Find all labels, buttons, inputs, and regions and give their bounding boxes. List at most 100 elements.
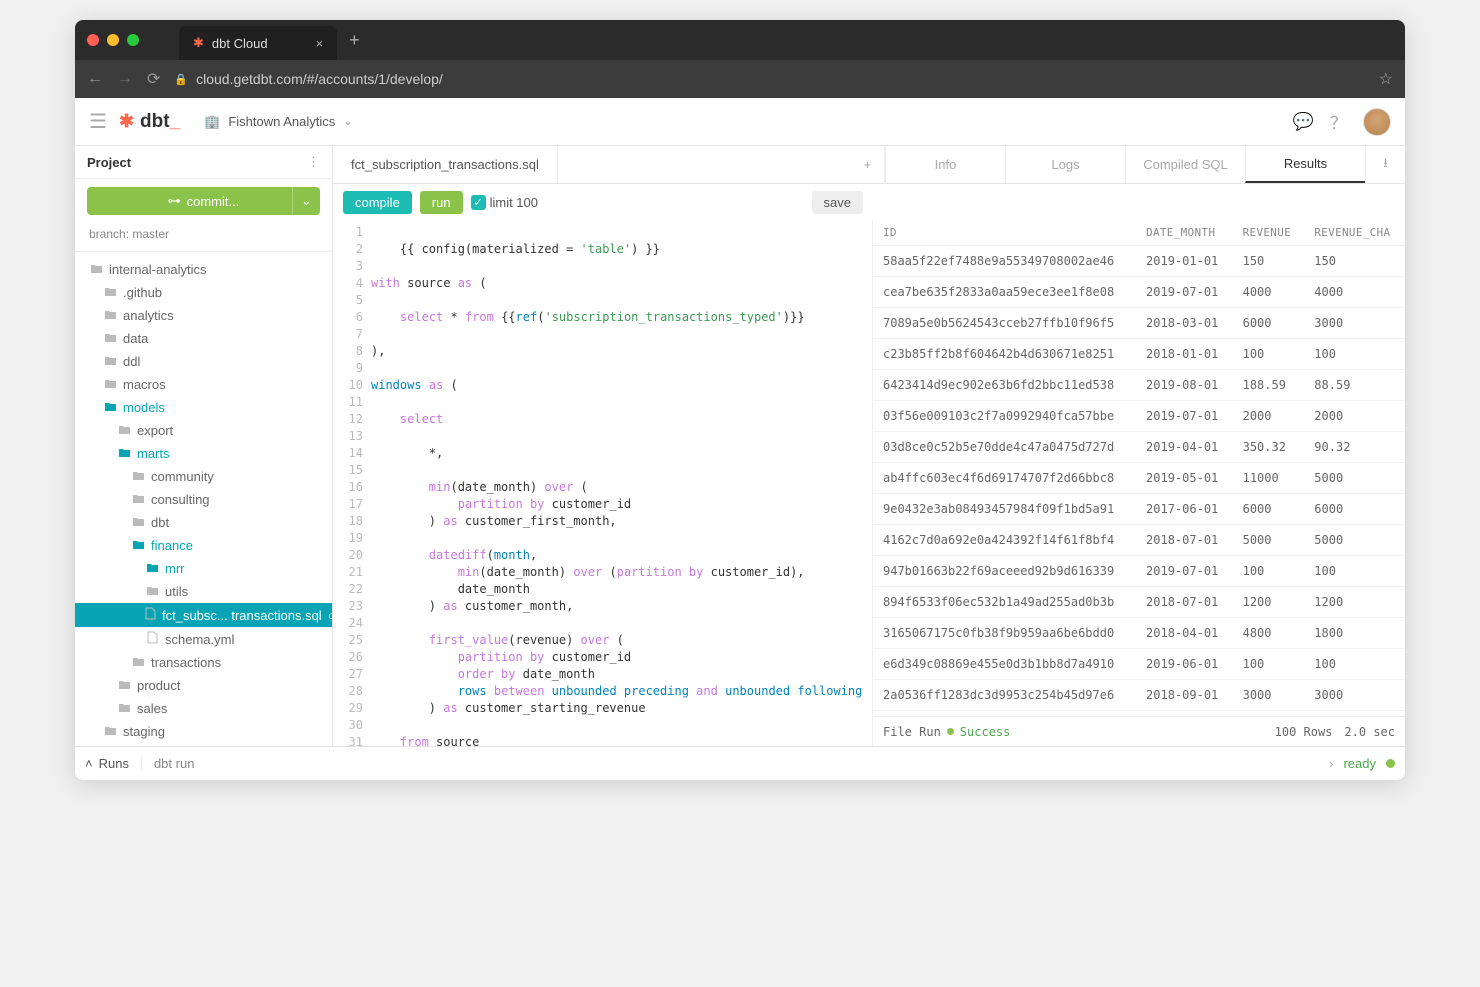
tree-folder[interactable]: macros: [75, 373, 332, 396]
tree-folder[interactable]: data: [75, 327, 332, 350]
cell: 2018-01-01: [1136, 339, 1233, 370]
tree-folder[interactable]: export: [75, 419, 332, 442]
results-panel: IDDATE_MONTHREVENUEREVENUE_CHA58aa5f22ef…: [873, 220, 1405, 746]
command-input[interactable]: dbt run: [142, 756, 206, 771]
table-row[interactable]: 4162c7d0a692e0a424392f14f61f8bf42018-07-…: [873, 525, 1405, 556]
tree-folder[interactable]: consulting: [75, 488, 332, 511]
runs-panel-toggle[interactable]: ˄ Runs: [85, 756, 142, 771]
lock-icon: 🔒: [174, 73, 188, 86]
new-tab-button[interactable]: +: [337, 30, 372, 51]
cell: 11000: [1233, 463, 1305, 494]
tree-folder[interactable]: dbt: [75, 511, 332, 534]
tree-folder[interactable]: util: [75, 743, 332, 746]
tree-file[interactable]: fct_subsc... transactions.sql○: [75, 603, 332, 627]
commit-button[interactable]: ⊶ commit... ⌄: [87, 187, 320, 215]
col-header: DATE_MONTH: [1136, 220, 1233, 246]
table-row[interactable]: 03d8ce0c52b5e70dde4c47a0475d727d2019-04-…: [873, 432, 1405, 463]
user-avatar[interactable]: [1363, 108, 1391, 136]
cell: 4162c7d0a692e0a424392f14f61f8bf4: [873, 525, 1136, 556]
tree-label: finance: [151, 538, 193, 553]
org-selector[interactable]: 🏢 Fishtown Analytics ⌄: [204, 114, 352, 130]
new-file-tab-button[interactable]: +: [851, 146, 885, 183]
cell: 4800: [1233, 618, 1305, 649]
cell: 5000: [1304, 463, 1405, 494]
tree-folder[interactable]: mrr: [75, 557, 332, 580]
cell: cea7be635f2833a0aa59ece3ee1f8e08: [873, 277, 1136, 308]
download-icon[interactable]: ⭳: [1365, 146, 1405, 183]
tree-folder[interactable]: product: [75, 674, 332, 697]
cell: 2019-07-01: [1136, 277, 1233, 308]
chevron-right-icon[interactable]: ›: [1329, 756, 1333, 771]
cell: 3000: [1304, 680, 1405, 711]
file-tab[interactable]: fct_subscription_transactions.sql: [333, 146, 558, 183]
folder-icon: [131, 516, 145, 530]
address-bar[interactable]: 🔒 cloud.getdbt.com/#/accounts/1/develop/: [174, 71, 1364, 87]
bookmark-icon[interactable]: ☆: [1379, 69, 1393, 89]
table-row[interactable]: cea7be635f2833a0aa59ece3ee1f8e082019-07-…: [873, 277, 1405, 308]
chat-icon[interactable]: 💬: [1293, 112, 1314, 132]
tree-folder[interactable]: staging: [75, 720, 332, 743]
tree-label: transactions: [151, 655, 221, 670]
cell: 150: [1233, 246, 1305, 277]
compile-button[interactable]: compile: [343, 191, 412, 214]
tree-folder[interactable]: ddl: [75, 350, 332, 373]
tree-label: community: [151, 469, 214, 484]
table-row[interactable]: 9e0432e3ab08493457984f09f1bd5a912017-06-…: [873, 494, 1405, 525]
result-tab-results[interactable]: Results: [1245, 146, 1365, 183]
table-row[interactable]: e6d349c08869e455e0d3b1bb8d7a49102019-06-…: [873, 649, 1405, 680]
cell: 03d8ce0c52b5e70dde4c47a0475d727d: [873, 432, 1136, 463]
cell: 3000: [1304, 308, 1405, 339]
tree-file[interactable]: schema.yml: [75, 627, 332, 651]
save-button[interactable]: save: [812, 191, 863, 214]
mac-minimize-icon[interactable]: [107, 34, 119, 46]
tree-folder[interactable]: transactions: [75, 651, 332, 674]
mac-close-icon[interactable]: [87, 34, 99, 46]
help-icon[interactable]: ？: [1330, 109, 1347, 134]
back-icon[interactable]: ←: [87, 70, 103, 88]
sidebar-menu-icon[interactable]: ⋮: [307, 154, 320, 170]
tree-folder[interactable]: finance: [75, 534, 332, 557]
mac-zoom-icon[interactable]: [127, 34, 139, 46]
tree-folder[interactable]: utils: [75, 580, 332, 603]
result-tab-compiled-sql[interactable]: Compiled SQL: [1125, 146, 1245, 183]
tree-label: product: [137, 678, 180, 693]
run-button[interactable]: run: [420, 191, 463, 214]
result-tab-logs[interactable]: Logs: [1005, 146, 1125, 183]
file-icon: [145, 607, 156, 623]
cell: 100: [1233, 556, 1305, 587]
table-row[interactable]: 7089a5e0b5624543cceb27ffb10f96f52018-03-…: [873, 308, 1405, 339]
table-row[interactable]: 3165067175c0fb38f9b959aa6be6bdd02018-04-…: [873, 618, 1405, 649]
cell: 100: [1233, 649, 1305, 680]
cell: 3000: [1233, 680, 1305, 711]
table-row[interactable]: 947b01663b22f69aceeed92b9d6163392019-07-…: [873, 556, 1405, 587]
reload-icon[interactable]: ⟳: [147, 69, 160, 89]
commit-dropdown-icon[interactable]: ⌄: [292, 187, 320, 215]
tree-folder[interactable]: marts: [75, 442, 332, 465]
cell: 2019-01-01: [1136, 246, 1233, 277]
cell: 100: [1304, 339, 1405, 370]
cell: 2a0536ff1283dc3d9953c254b45d97e6: [873, 680, 1136, 711]
hamburger-menu-icon[interactable]: ☰: [89, 109, 107, 134]
table-row[interactable]: 894f6533f06ec532b1a49ad255ad0b3b2018-07-…: [873, 587, 1405, 618]
forward-icon[interactable]: →: [117, 70, 133, 88]
table-row[interactable]: 6423414d9ec902e63b6fd2bbc11ed5382019-08-…: [873, 370, 1405, 401]
cell: 100: [1304, 556, 1405, 587]
browser-tab[interactable]: ✱ dbt Cloud ×: [179, 26, 337, 60]
tree-folder[interactable]: .github: [75, 281, 332, 304]
tree-folder[interactable]: models: [75, 396, 332, 419]
tree-folder[interactable]: analytics: [75, 304, 332, 327]
code-editor[interactable]: {{ config(materialized = 'table') }} wit…: [371, 220, 872, 746]
close-tab-icon[interactable]: ×: [316, 36, 324, 51]
table-row[interactable]: ab4ffc603ec4f6d69174707f2d66bbc82019-05-…: [873, 463, 1405, 494]
table-row[interactable]: 58aa5f22ef7488e9a55349708002ae462019-01-…: [873, 246, 1405, 277]
result-tab-info[interactable]: Info: [885, 146, 1005, 183]
table-row[interactable]: 03f56e009103c2f7a0992940fca57bbe2019-07-…: [873, 401, 1405, 432]
table-row[interactable]: c23b85ff2b8f604642b4d630671e82512018-01-…: [873, 339, 1405, 370]
tree-folder[interactable]: sales: [75, 697, 332, 720]
cell: 2000: [1233, 401, 1305, 432]
tree-folder[interactable]: internal-analytics: [75, 258, 332, 281]
tree-folder[interactable]: community: [75, 465, 332, 488]
limit-toggle[interactable]: ✓ limit 100: [471, 195, 538, 210]
table-row[interactable]: 2a0536ff1283dc3d9953c254b45d97e62018-09-…: [873, 680, 1405, 711]
cell: 2019-04-01: [1136, 432, 1233, 463]
